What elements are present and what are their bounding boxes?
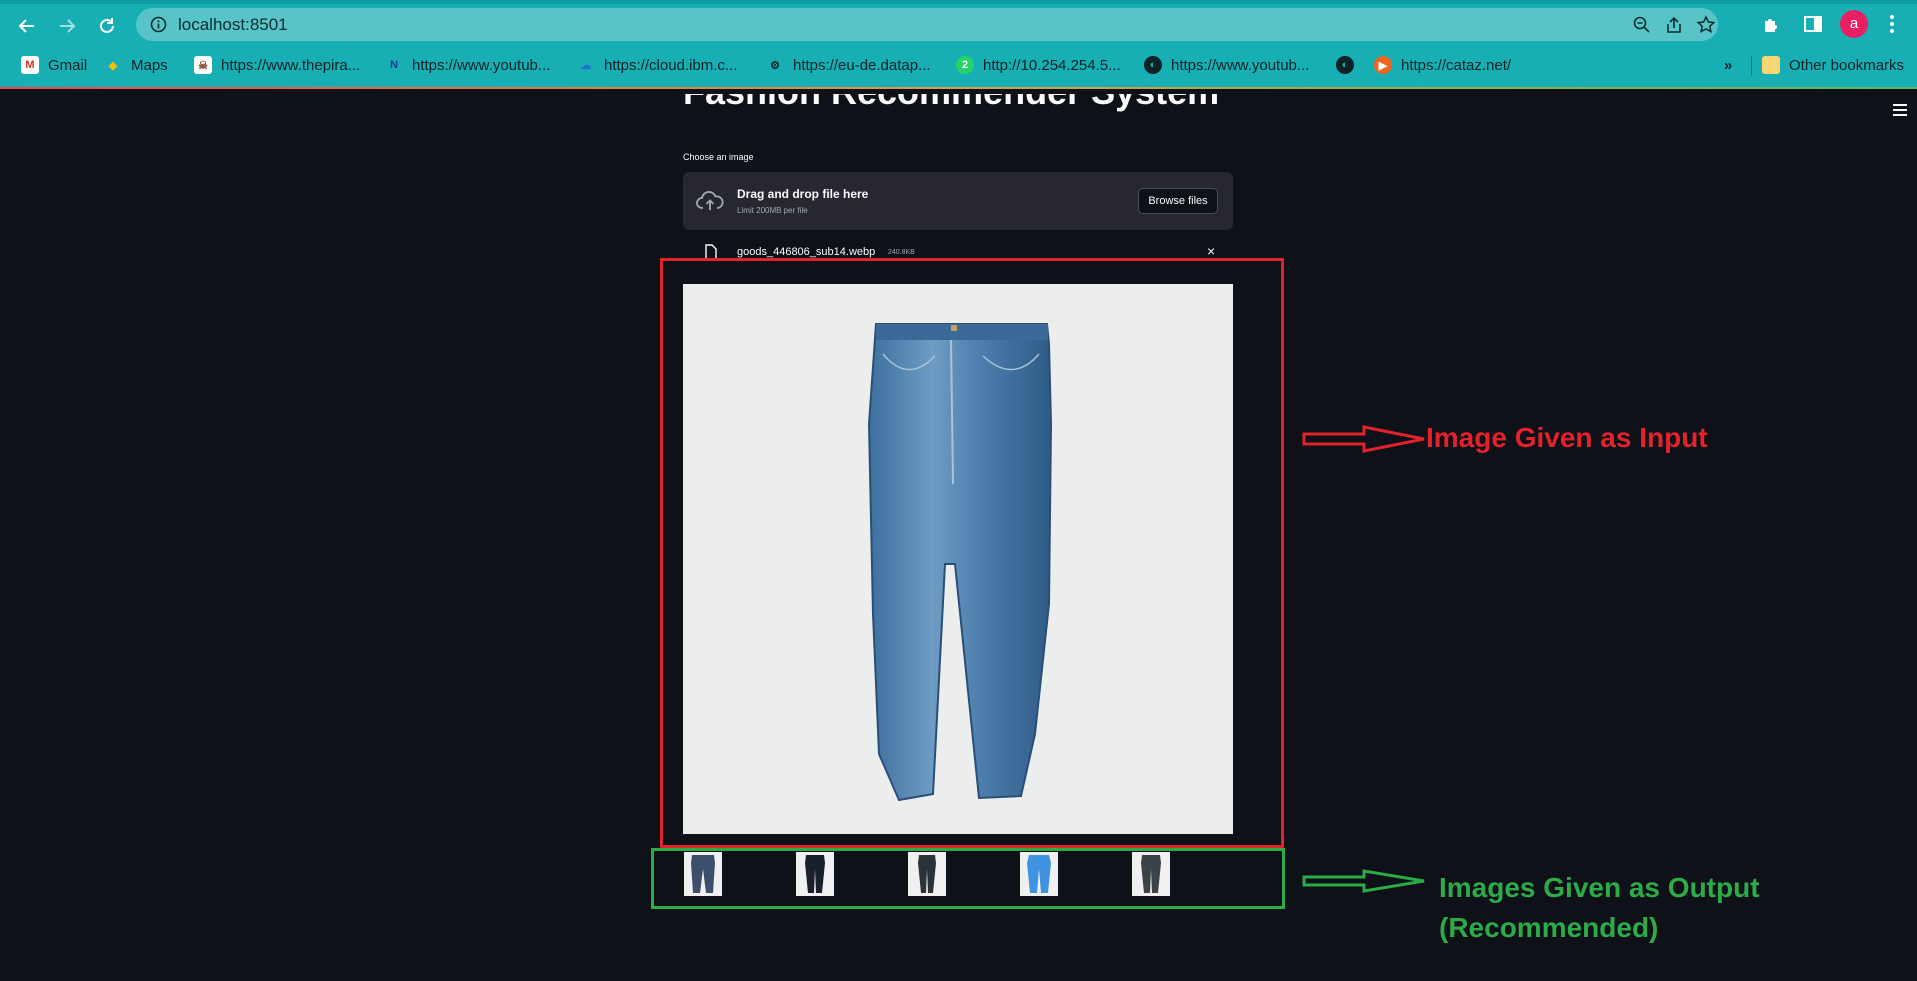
whatsapp-icon: 2 (956, 56, 974, 74)
site-info-icon[interactable] (150, 16, 167, 33)
browser-chrome: localhost:8501 a M Gmail ◆ Maps ☠ https:… (0, 0, 1917, 88)
bookmark-gmail[interactable]: M Gmail (21, 53, 87, 77)
n-logo-icon: N (390, 59, 398, 71)
globe-icon: ◐ (1144, 56, 1162, 74)
zoom-icon[interactable] (1632, 15, 1652, 35)
output-highlight-box (651, 848, 1285, 909)
bookmark-local-ip[interactable]: 2 http://10.254.254.5... (956, 53, 1121, 77)
address-bar[interactable]: localhost:8501 (136, 8, 1718, 41)
globe-icon: ◐ (1336, 56, 1354, 74)
bookmark-cataz[interactable]: ▶ https://cataz.net/ (1374, 53, 1511, 77)
maps-icon: ◆ (108, 59, 118, 72)
green-arrow-icon (1302, 869, 1425, 893)
reload-icon (100, 18, 114, 33)
bookmark-label: Maps (131, 56, 168, 74)
reload-button[interactable] (93, 12, 121, 40)
bookmark-ibm-cloud[interactable]: ☁ https://cloud.ibm.c... (577, 53, 738, 77)
remove-file-button[interactable]: × (1207, 244, 1215, 258)
url-text: localhost:8501 (178, 15, 288, 34)
side-panel-icon[interactable] (1801, 12, 1825, 36)
bookmark-label: https://www.thepira... (221, 56, 361, 74)
profile-avatar[interactable]: a (1840, 10, 1868, 38)
page-title: Fashion Recommender System (683, 94, 1243, 132)
bookmark-youtube-2[interactable]: ◐ https://www.youtub... (1144, 53, 1309, 77)
input-highlight-box (660, 258, 1284, 848)
bookmark-label: https://eu-de.datap... (793, 56, 931, 74)
bookmarks-separator (1751, 56, 1752, 76)
gear-icon: ⚙ (770, 59, 780, 72)
bookmark-label: http://10.254.254.5... (983, 56, 1121, 74)
play-icon: ▶ (1374, 56, 1392, 74)
bookmarks-bar: M Gmail ◆ Maps ☠ https://www.thepira... … (0, 50, 1917, 80)
bookmark-label: https://www.youtub... (412, 56, 551, 74)
bookmark-thepirate[interactable]: ☠ https://www.thepira... (194, 53, 360, 77)
cloud-icon: ☁ (580, 59, 592, 72)
bookmark-maps[interactable]: ◆ Maps (104, 53, 168, 77)
input-annotation: Image Given as Input (1426, 422, 1708, 453)
cloud-upload-icon (696, 191, 724, 210)
uploader-label: Choose an image (683, 152, 754, 162)
other-bookmarks-label: Other bookmarks (1789, 56, 1905, 74)
browse-files-button[interactable]: Browse files (1138, 188, 1218, 214)
main-menu-icon[interactable] (1893, 104, 1907, 116)
page-title-text: Fashion Recommender System (683, 94, 1219, 110)
red-arrow-icon (1302, 425, 1425, 453)
folder-icon (1762, 56, 1780, 74)
arrow-right-icon (60, 19, 76, 33)
back-button[interactable] (13, 12, 41, 40)
bookmarks-overflow-button[interactable]: » (1724, 53, 1732, 77)
uploaded-file-name: goods_446806_sub14.webp (737, 246, 876, 258)
star-icon[interactable] (1696, 15, 1716, 35)
bookmark-globe[interactable]: ◐ (1336, 53, 1354, 77)
bookmark-label: https://www.youtub... (1171, 56, 1310, 74)
pirate-icon: ☠ (194, 56, 212, 74)
bookmark-youtube-1[interactable]: N https://www.youtub... (385, 53, 550, 77)
dropzone-limit: Limit 200MB per file (737, 206, 808, 215)
gmail-icon: M (21, 56, 39, 74)
file-dropzone[interactable]: Drag and drop file here Limit 200MB per … (683, 172, 1233, 230)
bookmark-label: https://cloud.ibm.c... (604, 56, 738, 74)
output-annotation-line1: Images Given as Output (1439, 872, 1760, 903)
dropzone-instructions: Drag and drop file here (737, 187, 869, 201)
tab-strip-edge (0, 0, 1917, 4)
output-annotation: Images Given as Output (Recommended) (1439, 868, 1760, 948)
other-bookmarks[interactable]: Other bookmarks (1762, 53, 1904, 77)
share-icon[interactable] (1664, 15, 1684, 35)
bookmark-datap[interactable]: ⚙ https://eu-de.datap... (766, 53, 931, 77)
extensions-icon[interactable] (1760, 12, 1784, 36)
arrow-left-icon (18, 19, 34, 33)
more-menu-icon[interactable] (1880, 12, 1904, 36)
uploaded-file-size: 240.8KB (888, 249, 915, 256)
forward-button[interactable] (53, 12, 81, 40)
bookmark-label: https://cataz.net/ (1401, 56, 1512, 74)
bookmark-label: Gmail (48, 56, 88, 74)
output-annotation-line2: (Recommended) (1439, 912, 1659, 943)
